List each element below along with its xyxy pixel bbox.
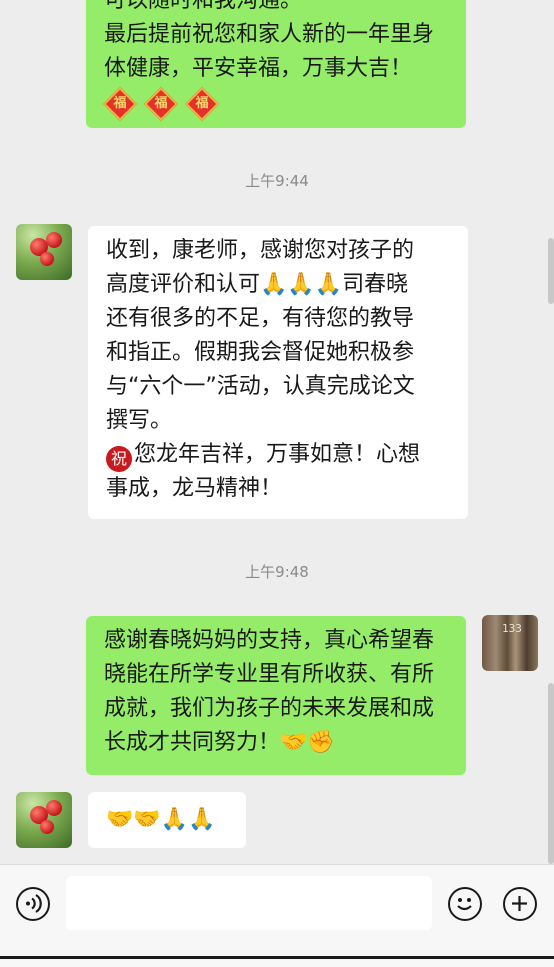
emoji-button[interactable] <box>448 887 482 921</box>
message-line: 和指正。假期我会督促她积极参 <box>106 340 415 365</box>
message-line: 还有很多的不足，有待您的教导 <box>106 306 415 331</box>
message-line: 最后提前祝您和家人新的一年里身 <box>104 22 435 47</box>
scrollbar[interactable] <box>548 683 554 864</box>
input-toolbar <box>0 864 554 947</box>
berry-shape <box>46 232 62 248</box>
timestamp: 上午9:48 <box>245 563 309 581</box>
message-line: 可以随时和我沟通。 <box>104 0 303 13</box>
fu-emoji-row: 福 福 福 <box>103 87 448 127</box>
fu-emoji-icon: 福 <box>185 87 219 121</box>
plus-icon <box>512 896 527 911</box>
fu-emoji-icon: 福 <box>103 87 137 121</box>
message-line: 事成，龙马精神！ <box>106 476 283 501</box>
message-line: 祝您龙年吉祥，万事如意！心想 <box>106 438 450 472</box>
message-bubble-incoming[interactable]: 收到，康老师，感谢您对孩子的 高度评价和认可🙏🙏🙏司春晓 还有很多的不足，有待您… <box>88 226 468 519</box>
wish-text: 您龙年吉祥，万事如意！心想 <box>134 442 421 467</box>
timestamp: 上午9:44 <box>245 172 309 190</box>
message-line: 成就，我们为孩子的未来发展和成 <box>104 696 435 721</box>
message-line: 长成才共同努力！🤝✊ <box>104 730 335 755</box>
message-bubble-outgoing[interactable]: 感谢春晓妈妈的支持，真心希望春 晓能在所学专业里有所收获、有所 成就，我们为孩子… <box>86 616 466 775</box>
emoji-icon <box>457 898 472 911</box>
contact-avatar[interactable] <box>16 224 72 280</box>
message-line: 晓能在所学专业里有所收获、有所 <box>104 662 435 687</box>
berry-shape <box>46 800 62 816</box>
message-input[interactable] <box>66 876 432 930</box>
berry-shape <box>40 252 54 266</box>
message-line: 感谢春晓妈妈的支持，真心希望春 <box>104 628 435 653</box>
message-line: 收到，康老师，感谢您对孩子的 <box>106 238 415 263</box>
berry-shape <box>40 820 54 834</box>
message-line: 体健康，平安幸福，万事大吉！ <box>104 56 413 81</box>
scrollbar[interactable] <box>548 238 554 304</box>
message-bubble-outgoing[interactable]: 可以随时和我沟通。 最后提前祝您和家人新的一年里身 体健康，平安幸福，万事大吉！… <box>86 0 466 128</box>
voice-button[interactable] <box>16 887 50 921</box>
contact-avatar[interactable] <box>16 792 72 848</box>
voice-icon <box>26 894 42 913</box>
message-bubble-incoming[interactable]: 🤝🤝🙏🙏 <box>88 792 246 848</box>
self-avatar[interactable]: 133 <box>482 615 538 671</box>
chat-area[interactable]: 可以随时和我沟通。 最后提前祝您和家人新的一年里身 体健康，平安幸福，万事大吉！… <box>0 0 554 864</box>
home-indicator[interactable] <box>0 956 554 959</box>
add-button[interactable] <box>503 887 537 921</box>
message-line: 与“六个一”活动，认真完成论文 <box>106 374 415 399</box>
zhu-emoji-icon: 祝 <box>106 446 132 472</box>
message-line: 高度评价和认可🙏🙏🙏司春晓 <box>106 272 409 297</box>
message-line: 撰写。 <box>106 408 173 433</box>
avatar-text: 133 <box>502 622 522 635</box>
message-line: 🤝🤝🙏🙏 <box>106 807 216 832</box>
fu-emoji-icon: 福 <box>144 87 178 121</box>
